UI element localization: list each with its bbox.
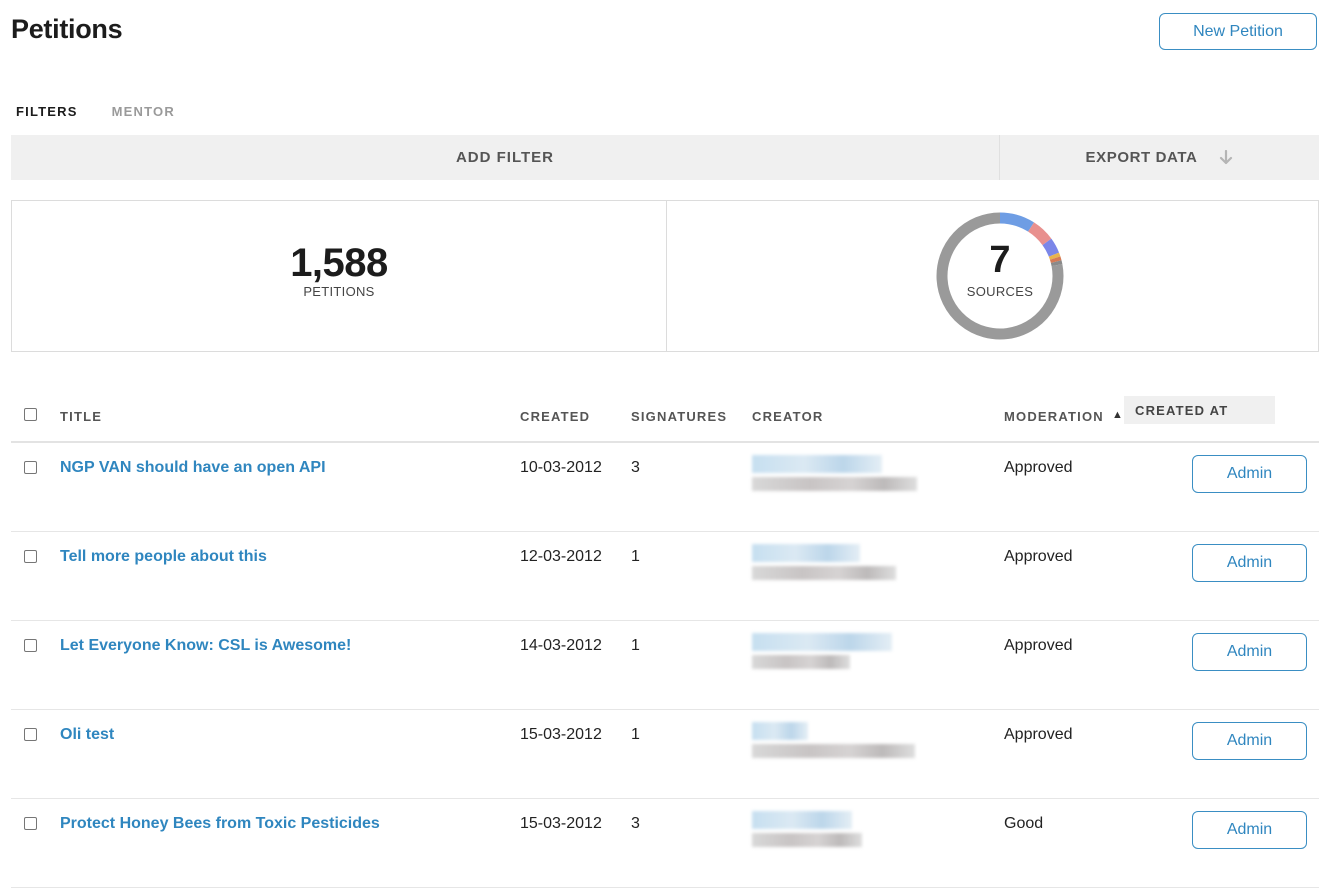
- petitions-count: 1,588: [290, 241, 388, 285]
- arrow-down-icon: [1219, 149, 1233, 166]
- sort-ascending-icon[interactable]: ▲: [1112, 409, 1124, 421]
- signature-count: 1: [631, 709, 752, 799]
- sort-header-cell: ▲ CREATED AT: [1112, 391, 1319, 443]
- creator-cell: [752, 442, 1004, 532]
- row-checkbox[interactable]: [24, 550, 37, 563]
- redacted-creator-name: [752, 544, 860, 562]
- redacted-creator-email: [752, 744, 915, 758]
- row-checkbox[interactable]: [24, 817, 37, 830]
- redacted-creator: [752, 455, 1004, 503]
- admin-button[interactable]: Admin: [1192, 544, 1307, 582]
- new-petition-button[interactable]: New Petition: [1159, 13, 1317, 50]
- page-title: Petitions: [11, 14, 123, 44]
- table-header-row: TITLE CREATED SIGNATURES CREATOR MODERAT…: [11, 391, 1319, 443]
- created-date: 12-03-2012: [520, 531, 631, 621]
- column-created-at[interactable]: CREATED AT: [1124, 396, 1275, 424]
- moderation-status: Approved: [1004, 620, 1124, 710]
- filter-bar: ADD FILTER EXPORT DATA: [11, 135, 1319, 180]
- petition-title-link[interactable]: Protect Honey Bees from Toxic Pesticides: [60, 815, 380, 832]
- column-moderation[interactable]: MODERATION: [1004, 391, 1124, 443]
- petition-title-link[interactable]: Tell more people about this: [60, 548, 267, 565]
- petitions-stat: 1,588 PETITIONS: [12, 201, 667, 351]
- redacted-creator-email: [752, 477, 917, 491]
- row-checkbox[interactable]: [24, 728, 37, 741]
- column-creator[interactable]: CREATOR: [752, 391, 1004, 443]
- sources-label: SOURCES: [966, 284, 1034, 299]
- petition-title-link[interactable]: NGP VAN should have an open API: [60, 459, 326, 476]
- sources-count: 7: [989, 239, 1011, 281]
- redacted-creator: [752, 633, 1004, 681]
- moderation-status: Approved: [1004, 531, 1124, 621]
- created-date: 15-03-2012: [520, 798, 631, 888]
- donut-segment: [999, 212, 1035, 232]
- table-row: NGP VAN should have an open API 10-03-201…: [11, 442, 1319, 532]
- tab-filters[interactable]: FILTERS: [16, 104, 78, 119]
- petition-title-link[interactable]: Oli test: [60, 726, 114, 743]
- export-data-label: EXPORT DATA: [1085, 149, 1198, 166]
- tab-mentor[interactable]: MENTOR: [112, 104, 175, 119]
- row-checkbox[interactable]: [24, 461, 37, 474]
- moderation-status: Approved: [1004, 709, 1124, 799]
- created-date: 15-03-2012: [520, 709, 631, 799]
- export-data-button[interactable]: EXPORT DATA: [1000, 135, 1319, 180]
- column-title[interactable]: TITLE: [60, 391, 520, 443]
- redacted-creator-email: [752, 566, 896, 580]
- signature-count: 3: [631, 798, 752, 888]
- table-row: Tell more people about this 12-03-2012 1 Ap…: [11, 531, 1319, 621]
- add-filter-button[interactable]: ADD FILTER: [11, 135, 1000, 180]
- column-created[interactable]: CREATED: [520, 391, 631, 443]
- creator-cell: [752, 531, 1004, 621]
- signature-count: 1: [631, 620, 752, 710]
- redacted-creator-name: [752, 455, 882, 473]
- signature-count: 1: [631, 531, 752, 621]
- petitions-table: TITLE CREATED SIGNATURES CREATOR MODERAT…: [11, 391, 1319, 888]
- table-row: Oli test 15-03-2012 1 Approved Admin: [11, 709, 1319, 799]
- row-checkbox[interactable]: [24, 639, 37, 652]
- redacted-creator-email: [752, 655, 850, 669]
- petition-title-link[interactable]: Let Everyone Know: CSL is Awesome!: [60, 637, 351, 654]
- table-row: Let Everyone Know: CSL is Awesome! 14-03-…: [11, 620, 1319, 710]
- admin-button[interactable]: Admin: [1192, 455, 1307, 493]
- created-date: 10-03-2012: [520, 442, 631, 532]
- redacted-creator: [752, 544, 1004, 592]
- redacted-creator: [752, 811, 1004, 859]
- creator-cell: [752, 798, 1004, 888]
- redacted-creator: [752, 722, 1004, 770]
- redacted-creator-name: [752, 722, 808, 740]
- admin-button[interactable]: Admin: [1192, 722, 1307, 760]
- stats-panel: 1,588 PETITIONS 7 SOURCES: [11, 200, 1319, 352]
- moderation-status: Approved: [1004, 442, 1124, 532]
- creator-cell: [752, 620, 1004, 710]
- redacted-creator-name: [752, 811, 852, 829]
- creator-cell: [752, 709, 1004, 799]
- table-row: Protect Honey Bees from Toxic Pesticides…: [11, 798, 1319, 888]
- tab-bar: FILTERS MENTOR: [16, 104, 175, 119]
- signature-count: 3: [631, 442, 752, 532]
- moderation-status: Good: [1004, 798, 1124, 888]
- select-all-checkbox[interactable]: [24, 408, 37, 421]
- redacted-creator-name: [752, 633, 892, 651]
- petitions-label: PETITIONS: [303, 284, 375, 299]
- created-date: 14-03-2012: [520, 620, 631, 710]
- admin-button[interactable]: Admin: [1192, 811, 1307, 849]
- redacted-creator-email: [752, 833, 862, 847]
- sources-stat: 7 SOURCES: [667, 201, 1318, 351]
- column-signatures[interactable]: SIGNATURES: [631, 391, 752, 443]
- admin-button[interactable]: Admin: [1192, 633, 1307, 671]
